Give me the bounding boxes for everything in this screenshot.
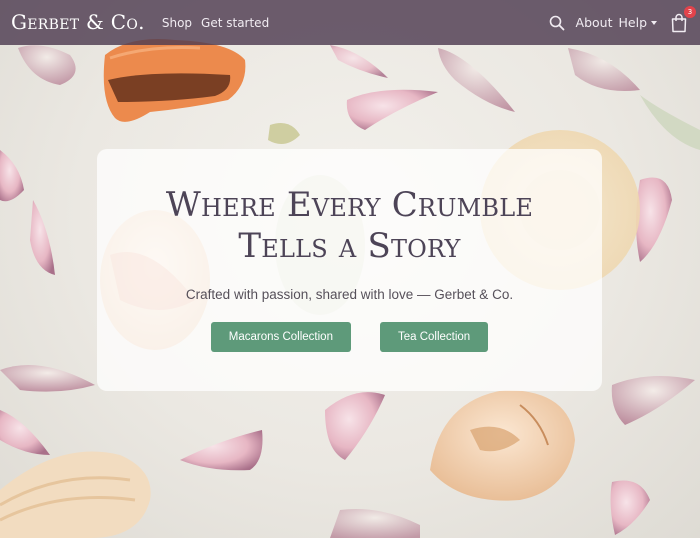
search-button[interactable] — [548, 14, 566, 32]
nav-link-help: Help — [618, 15, 648, 30]
cart-button[interactable]: 3 — [670, 5, 696, 35]
hero-actions: Macarons Collection Tea Collection — [97, 322, 602, 352]
orange-macaron-shape — [103, 39, 246, 122]
hero-title-line1: Where Every Crumble — [165, 185, 534, 225]
search-icon — [549, 15, 564, 30]
nav-link-shop[interactable]: Shop — [162, 16, 192, 30]
nav-link-about[interactable]: About — [576, 15, 613, 30]
hero-subtitle: Crafted with passion, shared with love —… — [185, 287, 514, 302]
tea-collection-button[interactable]: Tea Collection — [379, 322, 489, 352]
cracked-macaron-shape — [430, 390, 575, 501]
nav-link-get-started[interactable]: Get started — [201, 16, 269, 30]
caret-down-icon — [651, 21, 657, 25]
stacked-macarons-shape — [0, 451, 151, 538]
help-dropdown[interactable]: Help — [618, 15, 657, 30]
macarons-collection-button[interactable]: Macarons Collection — [210, 322, 351, 352]
hero-title-line2: Tells a Story — [238, 226, 461, 266]
hero-title: Where Every Crumble Tells a Story — [97, 185, 602, 267]
top-navbar: Gerbet & Co. Shop Get started About Help… — [0, 0, 700, 45]
cart-count-badge: 3 — [684, 5, 696, 18]
brand-logo[interactable]: Gerbet & Co. — [11, 10, 145, 34]
hero-card: Where Every Crumble Tells a Story Crafte… — [97, 149, 602, 391]
